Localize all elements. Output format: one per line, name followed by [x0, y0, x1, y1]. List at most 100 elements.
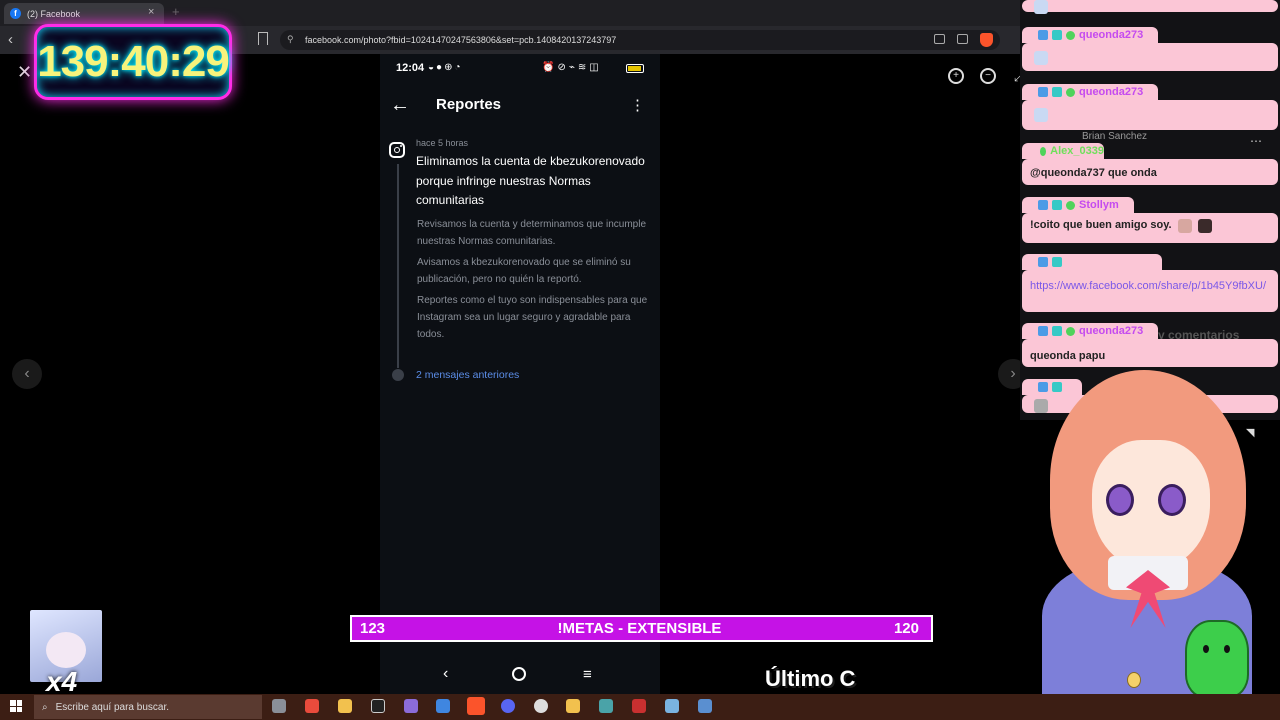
chat-link[interactable]: https://www.facebook.com/share/p/1b45Y9f… — [1030, 280, 1266, 292]
taskbar-app-icon[interactable] — [305, 699, 319, 713]
mascot-figure — [1185, 620, 1249, 698]
site-info-icon[interactable]: ⚲ — [287, 34, 294, 45]
brave-browser-icon[interactable] — [467, 697, 485, 715]
share-icon[interactable] — [957, 34, 968, 44]
badge-icon — [1038, 326, 1048, 336]
emote-icon — [1034, 0, 1048, 14]
chat-message — [1022, 0, 1278, 12]
windows-start-icon[interactable] — [10, 700, 22, 712]
taskbar-app-icon[interactable] — [566, 699, 580, 713]
chat-text: !coito que buen amigo soy. — [1030, 219, 1172, 231]
taskbar-app-icon[interactable] — [698, 699, 712, 713]
badge-icon — [1038, 382, 1048, 392]
browser-tab[interactable]: f (2) Facebook — [4, 3, 164, 24]
stream-timer: 139:40:29 — [34, 24, 232, 100]
mascot-eye — [1203, 645, 1209, 653]
chat-username: queonda273 — [1079, 86, 1144, 98]
more-options-icon[interactable]: ⋯ — [1250, 134, 1262, 148]
badge-icon — [1038, 200, 1048, 210]
goals-bar: 123 !METAS - EXTENSIBLE 120 — [350, 615, 933, 642]
chat-username-row: queonda273 — [1022, 323, 1158, 339]
system-status-icons: ⏰⊘⌁≋◫ — [542, 62, 602, 73]
search-placeholder: Escribe aquí para buscar. — [55, 701, 170, 713]
message-paragraph: Avisamos a kbezukorenovado que se elimin… — [417, 257, 631, 285]
emote-icon — [1034, 399, 1048, 413]
chat-username: queonda273 — [1079, 325, 1144, 337]
store-icon[interactable] — [436, 699, 450, 713]
chat-username-row — [1022, 254, 1162, 270]
screen-icon[interactable] — [934, 34, 945, 44]
taskbar-search[interactable]: ⌕ Escribe aquí para buscar. — [34, 695, 262, 719]
emote-icon — [1034, 51, 1048, 65]
android-recents-icon[interactable]: ≡ — [583, 666, 592, 683]
badge-icon — [1052, 87, 1062, 97]
badge-icon — [1052, 30, 1062, 40]
tab-title: (2) Facebook — [27, 8, 81, 19]
browser-back-button[interactable]: ‹ — [8, 31, 13, 48]
back-arrow-icon[interactable]: ← — [390, 94, 410, 117]
tab-close-icon[interactable]: × — [148, 6, 154, 18]
file-explorer-icon[interactable] — [338, 699, 352, 713]
chat-username: Alex_0339 — [1050, 145, 1104, 157]
obs-icon[interactable] — [534, 699, 548, 713]
badge-icon — [1052, 257, 1062, 267]
timeline-dot — [392, 369, 404, 381]
battery-icon — [626, 64, 644, 73]
chat-message — [1022, 43, 1278, 71]
goal-target: 120 — [893, 620, 919, 637]
character-eye — [1106, 484, 1134, 516]
character-button — [1127, 672, 1141, 688]
zoom-out-icon[interactable]: − — [980, 68, 996, 84]
pin-icon[interactable]: ◥ — [1246, 426, 1254, 439]
discord-icon[interactable] — [501, 699, 515, 713]
url-text[interactable]: facebook.com/photo?fbid=1024147024756380… — [305, 35, 616, 45]
chat-username: Stollym — [1079, 199, 1119, 211]
badge-icon — [1052, 200, 1062, 210]
chat-username-row: queonda273 — [1022, 27, 1158, 43]
emote-icon — [1197, 219, 1212, 233]
character-eye — [1158, 484, 1186, 516]
bookmark-icon[interactable] — [258, 32, 268, 45]
notion-icon[interactable] — [371, 699, 385, 713]
taskbar-app-icon[interactable] — [272, 699, 286, 713]
chat-username-row: queonda273 — [1022, 84, 1158, 100]
badge-icon — [1066, 30, 1075, 40]
android-home-icon[interactable] — [512, 667, 526, 681]
android-back-icon[interactable]: ‹ — [443, 665, 448, 683]
chat-message: https://www.facebook.com/share/p/1b45Y9f… — [1022, 270, 1278, 312]
badge-icon — [1038, 87, 1048, 97]
chat-message: queonda papu — [1022, 339, 1278, 367]
taskbar-app-icon[interactable] — [632, 699, 646, 713]
new-tab-button[interactable]: + — [172, 4, 180, 19]
chat-message — [1022, 100, 1278, 130]
chat-username: queonda273 — [1079, 29, 1144, 41]
facebook-icon: f — [10, 8, 21, 19]
more-options-icon[interactable]: ⋮ — [630, 96, 645, 114]
badge-icon — [1052, 326, 1062, 336]
badge-icon — [1066, 326, 1075, 336]
last-follower-ticker: Último C — [765, 666, 856, 691]
taskbar-app-icon[interactable] — [404, 699, 418, 713]
goal-label: !METAS - EXTENSIBLE — [557, 620, 722, 637]
badge-icon — [1038, 257, 1048, 267]
badge-icon — [1052, 382, 1062, 392]
chat-message: @queonda737 que onda — [1022, 159, 1278, 185]
taskbar-app-icon[interactable] — [599, 699, 613, 713]
previous-photo-button[interactable]: ‹ — [12, 359, 42, 389]
emote-icon — [1034, 108, 1048, 122]
mascot-eye — [1224, 645, 1230, 653]
calculator-icon[interactable] — [665, 699, 679, 713]
emote-icon — [1177, 219, 1192, 233]
zoom-in-icon[interactable]: + — [948, 68, 964, 84]
chat-text: @queonda737 que onda — [1030, 167, 1157, 179]
close-viewer-icon[interactable]: ✕ — [17, 62, 32, 83]
chat-username-row: Stollym — [1022, 197, 1134, 213]
page-title: Reportes — [436, 96, 502, 113]
brave-shields-icon[interactable] — [980, 33, 993, 47]
previous-messages-link[interactable]: 2 mensajes anteriores — [416, 369, 519, 381]
goal-current: 123 — [360, 620, 386, 637]
badge-icon — [1038, 30, 1048, 40]
notification-icons: ◒●⊕◔ — [428, 62, 463, 73]
message-time: hace 5 horas — [416, 138, 469, 148]
search-icon: ⌕ — [42, 701, 48, 713]
